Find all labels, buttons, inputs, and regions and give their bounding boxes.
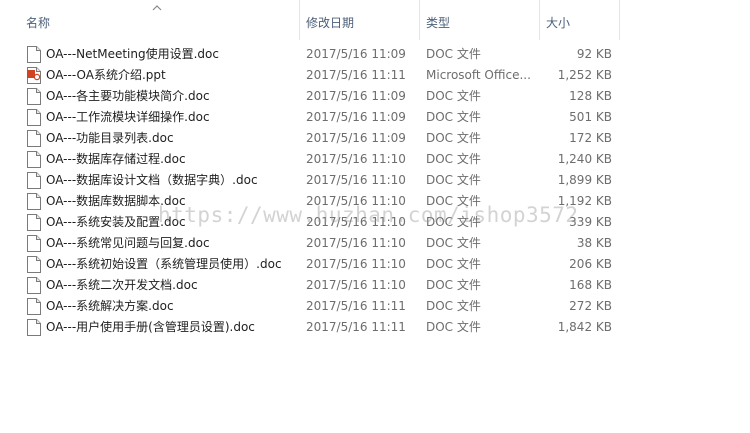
column-header-size[interactable]: 大小 [540, 0, 619, 40]
file-type: DOC 文件 [426, 47, 481, 61]
file-row[interactable]: OA---数据库存储过程.doc 2017/5/16 11:10 DOC 文件 1,2… [20, 149, 620, 170]
file-name: OA---功能目录列表.doc [46, 131, 174, 145]
file-type: Microsoft Office... [426, 68, 531, 82]
file-name: OA---用户使用手册(含管理员设置).doc [46, 320, 255, 334]
file-name: OA---系统安装及配置.doc [46, 215, 186, 229]
file-name: OA---NetMeeting使用设置.doc [46, 47, 219, 61]
doc-file-icon [27, 46, 41, 63]
file-modified-date: 2017/5/16 11:09 [306, 47, 406, 61]
file-type: DOC 文件 [426, 257, 481, 271]
column-header-type[interactable]: 类型 [420, 0, 539, 40]
file-row[interactable]: OA---各主要功能模块简介.doc 2017/5/16 11:09 DOC 文件 1… [20, 86, 620, 107]
file-size: 38 KB [576, 236, 612, 250]
file-modified-date: 2017/5/16 11:11 [306, 68, 406, 82]
file-row[interactable]: OA---工作流模块详细操作.doc 2017/5/16 11:09 DOC 文件 5… [20, 107, 620, 128]
column-header-type-label: 类型 [426, 16, 451, 30]
file-row[interactable]: OA---用户使用手册(含管理员设置).doc 2017/5/16 11:11 DO… [20, 317, 620, 338]
file-modified-date: 2017/5/16 11:10 [306, 173, 406, 187]
doc-file-icon [27, 256, 41, 273]
file-name: OA---数据库设计文档（数据字典）.doc [46, 173, 258, 187]
file-name: OA---工作流模块详细操作.doc [46, 110, 210, 124]
column-header-bar: 名称 修改日期 类型 大小 [0, 0, 750, 40]
file-row[interactable]: OA---系统常见问题与回复.doc 2017/5/16 11:10 DOC 文件 3… [20, 233, 620, 254]
file-type: DOC 文件 [426, 110, 481, 124]
file-name: OA---系统解决方案.doc [46, 299, 174, 313]
file-row[interactable]: OA---数据库数据脚本.doc 2017/5/16 11:10 DOC 文件 1,1… [20, 191, 620, 212]
file-type: DOC 文件 [426, 215, 481, 229]
file-modified-date: 2017/5/16 11:11 [306, 299, 406, 313]
file-size: 1,842 KB [557, 320, 612, 334]
ppt-file-icon [27, 67, 41, 84]
file-type: DOC 文件 [426, 299, 481, 313]
file-type: DOC 文件 [426, 89, 481, 103]
file-name: OA---数据库存储过程.doc [46, 152, 186, 166]
file-name: OA---OA系统介绍.ppt [46, 68, 166, 82]
file-modified-date: 2017/5/16 11:10 [306, 278, 406, 292]
file-modified-date: 2017/5/16 11:10 [306, 215, 406, 229]
doc-file-icon [27, 151, 41, 168]
file-modified-date: 2017/5/16 11:10 [306, 152, 406, 166]
file-size: 206 KB [569, 257, 612, 271]
file-modified-date: 2017/5/16 11:11 [306, 320, 406, 334]
doc-file-icon [27, 214, 41, 231]
file-type: DOC 文件 [426, 131, 481, 145]
file-name: OA---系统二次开发文档.doc [46, 278, 198, 292]
file-size: 339 KB [569, 215, 612, 229]
file-type: DOC 文件 [426, 236, 481, 250]
file-row[interactable]: OA---NetMeeting使用设置.doc 2017/5/16 11:09 DO… [20, 44, 620, 65]
doc-file-icon [27, 109, 41, 126]
file-type: DOC 文件 [426, 152, 481, 166]
doc-file-icon [27, 298, 41, 315]
file-row[interactable]: OA---系统二次开发文档.doc 2017/5/16 11:10 DOC 文件 16… [20, 275, 620, 296]
file-modified-date: 2017/5/16 11:09 [306, 131, 406, 145]
file-type: DOC 文件 [426, 320, 481, 334]
file-modified-date: 2017/5/16 11:10 [306, 236, 406, 250]
file-explorer-list: 名称 修改日期 类型 大小 OA---NetMeeting使用设置.doc 201… [0, 0, 750, 433]
file-row[interactable]: OA---系统解决方案.doc 2017/5/16 11:11 DOC 文件 272 … [20, 296, 620, 317]
file-size: 1,192 KB [557, 194, 612, 208]
file-size: 1,252 KB [557, 68, 612, 82]
file-size: 168 KB [569, 278, 612, 292]
file-modified-date: 2017/5/16 11:09 [306, 89, 406, 103]
file-type: DOC 文件 [426, 194, 481, 208]
file-name: OA---数据库数据脚本.doc [46, 194, 186, 208]
file-row[interactable]: OA---系统初始设置（系统管理员使用）.doc 2017/5/16 11:10 D… [20, 254, 620, 275]
file-row[interactable]: OA---功能目录列表.doc 2017/5/16 11:09 DOC 文件 172 … [20, 128, 620, 149]
file-size: 1,899 KB [557, 173, 612, 187]
file-size: 128 KB [569, 89, 612, 103]
file-row[interactable]: OA---系统安装及配置.doc 2017/5/16 11:10 DOC 文件 339… [20, 212, 620, 233]
file-size: 272 KB [569, 299, 612, 313]
doc-file-icon [27, 319, 41, 336]
file-modified-date: 2017/5/16 11:09 [306, 110, 406, 124]
doc-file-icon [27, 235, 41, 252]
file-modified-date: 2017/5/16 11:10 [306, 257, 406, 271]
doc-file-icon [27, 88, 41, 105]
doc-file-icon [27, 193, 41, 210]
column-header-name-label: 名称 [26, 16, 51, 30]
file-type: DOC 文件 [426, 278, 481, 292]
file-row[interactable]: OA---OA系统介绍.ppt 2017/5/16 11:11 Microsoft … [20, 65, 620, 86]
file-size: 172 KB [569, 131, 612, 145]
file-row[interactable]: OA---数据库设计文档（数据字典）.doc 2017/5/16 11:10 DOC… [20, 170, 620, 191]
column-header-size-label: 大小 [546, 16, 571, 30]
file-modified-date: 2017/5/16 11:10 [306, 194, 406, 208]
file-size: 1,240 KB [557, 152, 612, 166]
doc-file-icon [27, 277, 41, 294]
file-name: OA---系统常见问题与回复.doc [46, 236, 210, 250]
file-name: OA---系统初始设置（系统管理员使用）.doc [46, 257, 282, 271]
column-divider[interactable] [619, 0, 620, 40]
file-size: 501 KB [569, 110, 612, 124]
doc-file-icon [27, 172, 41, 189]
column-header-date[interactable]: 修改日期 [300, 0, 419, 40]
column-header-date-label: 修改日期 [306, 16, 355, 30]
file-size: 92 KB [576, 47, 612, 61]
file-name: OA---各主要功能模块简介.doc [46, 89, 210, 103]
sort-ascending-icon [152, 5, 162, 11]
file-type: DOC 文件 [426, 173, 481, 187]
doc-file-icon [27, 130, 41, 147]
